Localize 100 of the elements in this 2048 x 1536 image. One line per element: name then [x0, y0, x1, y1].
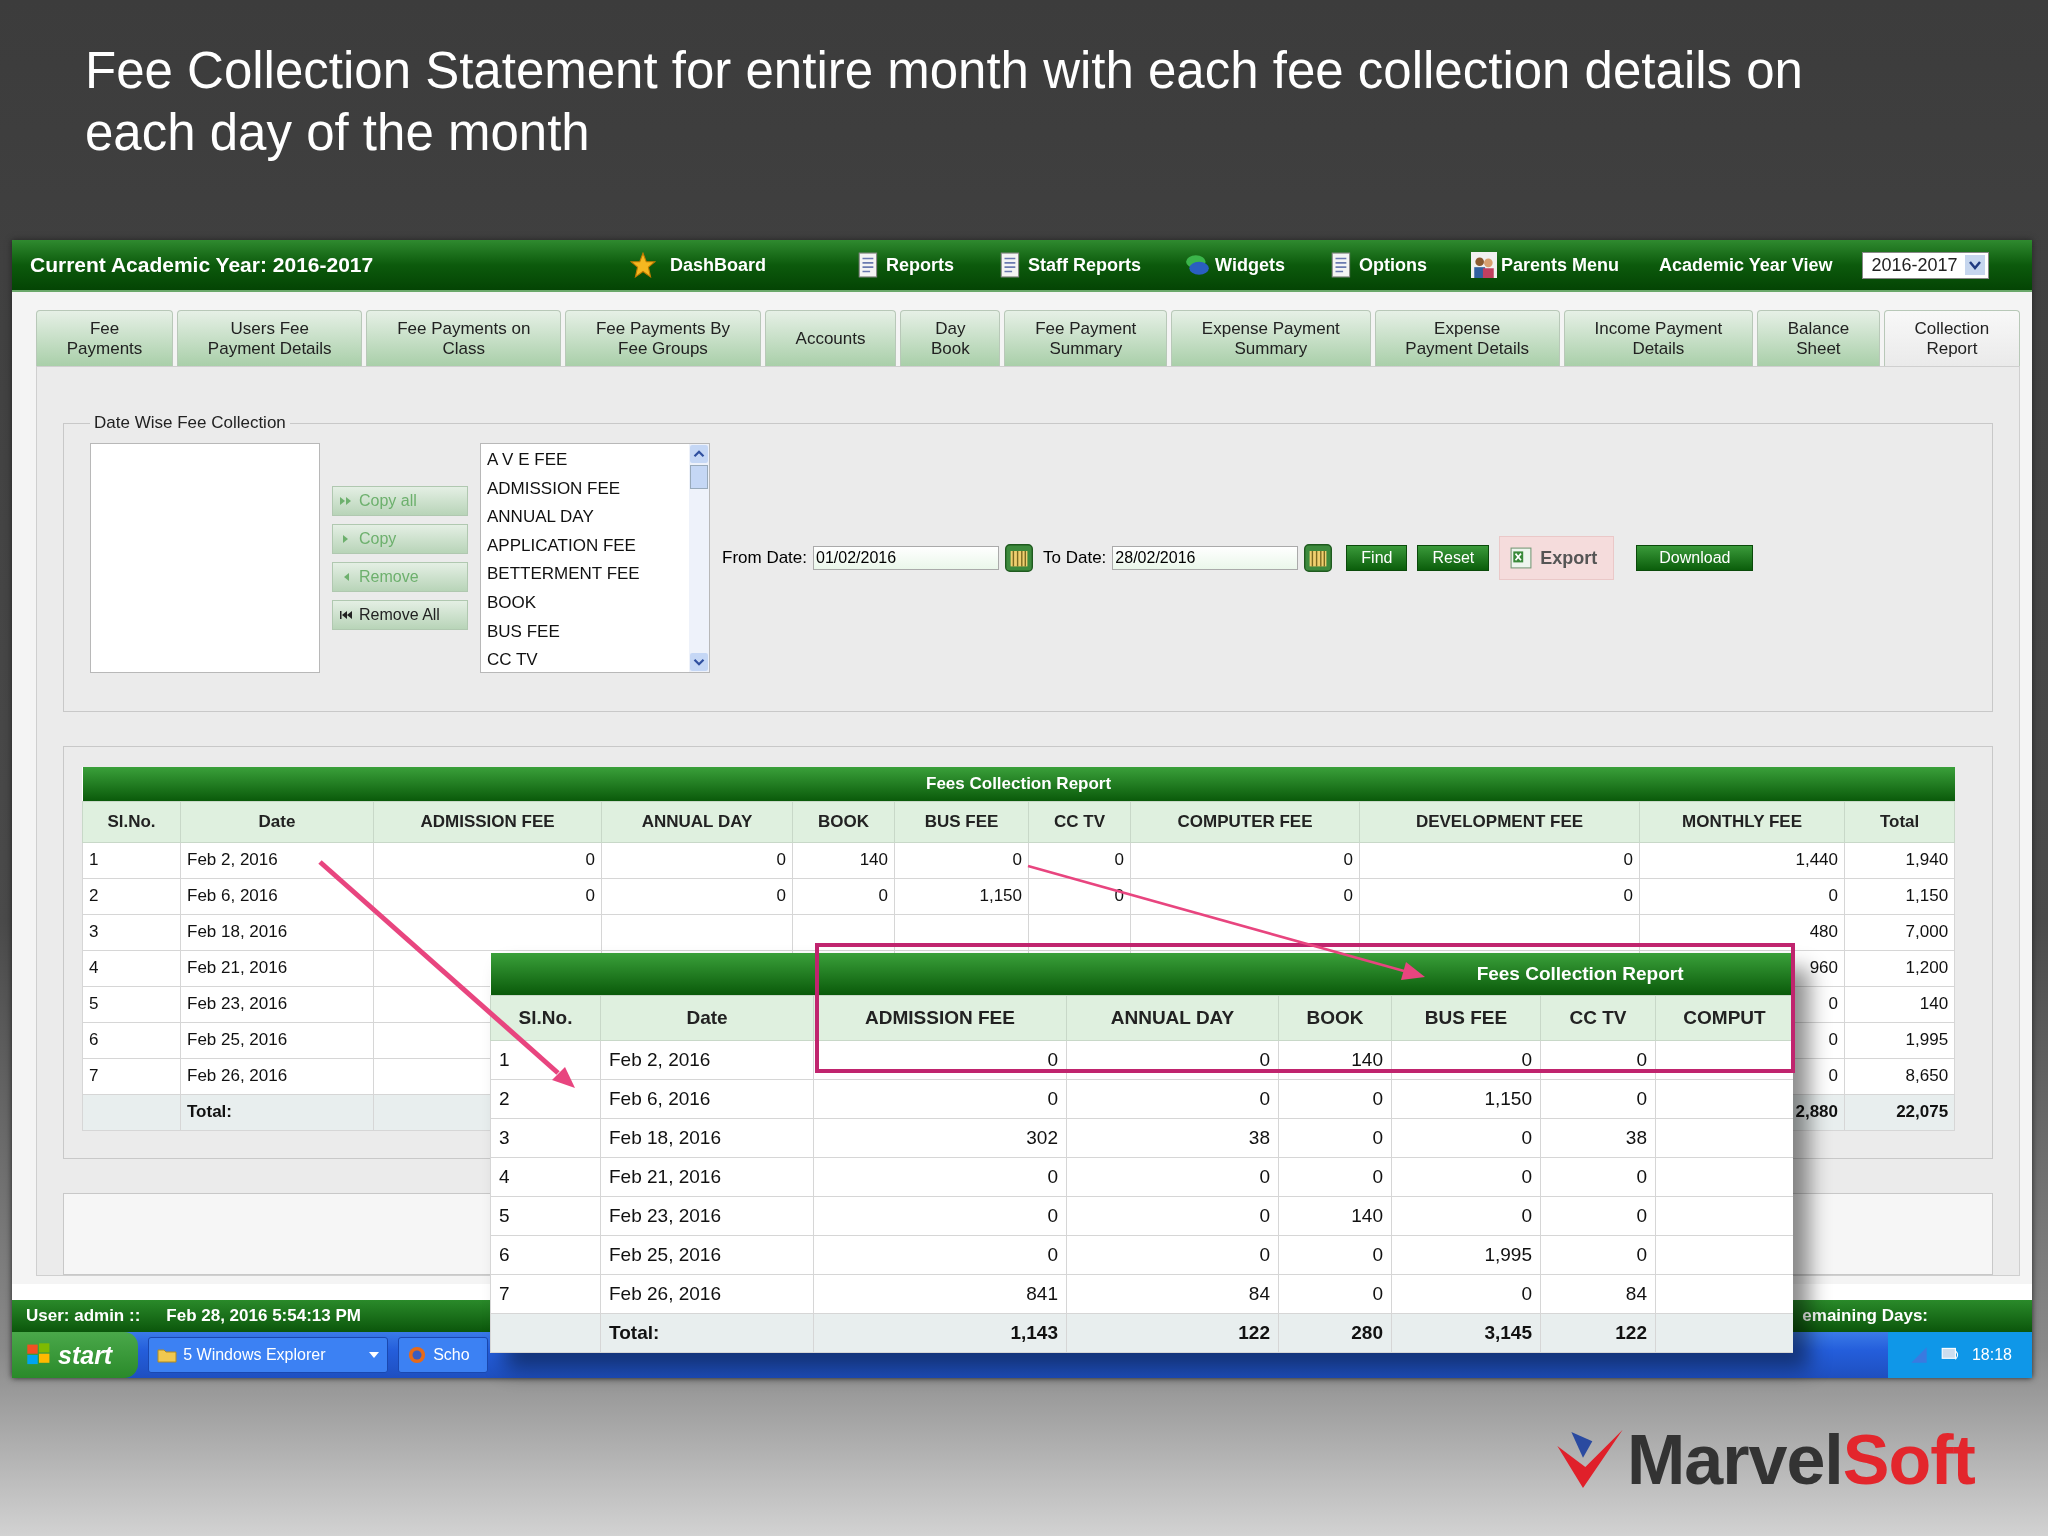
table-cell: 140: [1844, 986, 1955, 1023]
taskbar-button[interactable]: Scho: [398, 1337, 489, 1373]
remaining-days-label: emaining Days:: [1802, 1306, 1928, 1326]
column-header: COMPUT: [1655, 995, 1793, 1041]
people-icon: [1470, 252, 1497, 278]
action-button[interactable]: Reset: [1417, 545, 1490, 571]
spreadsheet-icon: [1510, 547, 1533, 569]
table-cell: 38: [1066, 1118, 1279, 1158]
scroll-thumb[interactable]: [690, 465, 708, 489]
list-item[interactable]: BETTERMENT FEE: [487, 560, 683, 589]
tab[interactable]: Balance Sheet: [1756, 310, 1880, 366]
column-header: BUS FEE: [894, 801, 1029, 843]
table-cell: 302: [813, 1118, 1067, 1158]
move-button[interactable]: Remove All: [332, 600, 468, 630]
list-item[interactable]: APPLICATION FEE: [487, 531, 683, 561]
list-item[interactable]: A V E FEE: [487, 446, 683, 475]
tab[interactable]: Fee Payment Summary: [1004, 310, 1168, 366]
action-button[interactable]: Find: [1346, 545, 1408, 571]
to-date-label: To Date:: [1043, 548, 1107, 568]
chat-bubbles-icon: [1185, 252, 1212, 278]
logo-wordmark: MarvelSoft: [1627, 1420, 1975, 1500]
calendar-icon[interactable]: [1304, 544, 1333, 572]
tab[interactable]: Users Fee Payment Details: [177, 310, 363, 366]
table-cell: 0: [894, 842, 1029, 879]
tab[interactable]: Collection Report: [1883, 310, 2020, 366]
total-cell: Total:: [600, 1313, 814, 1353]
table-cell: 8,650: [1844, 1058, 1955, 1095]
table-cell: 4: [490, 1157, 601, 1197]
from-date-field[interactable]: 01/02/2016: [813, 546, 1000, 570]
tab[interactable]: Fee Payments: [36, 310, 174, 366]
list-item[interactable]: ANNUAL DAY: [487, 503, 683, 532]
tab[interactable]: Expense Payment Details: [1374, 310, 1560, 366]
scroll-down-icon: [690, 653, 708, 671]
column-header: COMPUTER FEE: [1130, 801, 1360, 843]
table-cell: 3: [490, 1118, 601, 1158]
column-header: Sl.No.: [82, 801, 181, 843]
calendar-icon[interactable]: [1005, 544, 1034, 572]
tab[interactable]: Day Book: [900, 310, 1001, 366]
column-header: Date: [180, 801, 374, 843]
list-item[interactable]: CC TV: [487, 646, 683, 672]
taskbar-button[interactable]: 5 Windows Explorer: [148, 1337, 389, 1373]
browser-icon: [407, 1346, 428, 1364]
clock: 18:18: [1971, 1346, 2012, 1364]
table-cell: 6: [82, 1022, 181, 1059]
list-item[interactable]: BUS FEE: [487, 617, 683, 647]
arrow-icon: [339, 610, 353, 620]
tab[interactable]: Fee Payments on Class: [366, 310, 562, 366]
table-cell: 1,940: [1844, 842, 1955, 879]
table-cell: Feb 2, 2016: [180, 842, 374, 879]
list-item[interactable]: BOOK: [487, 588, 683, 618]
table-cell: Feb 26, 2016: [180, 1058, 374, 1095]
column-header: ADMISSION FEE: [813, 995, 1067, 1041]
total-cell: 3,145: [1391, 1313, 1541, 1353]
table-cell: Feb 23, 2016: [600, 1196, 814, 1236]
table-cell: Feb 25, 2016: [180, 1022, 374, 1059]
total-cell: Total:: [180, 1094, 374, 1131]
to-date-field[interactable]: 28/02/2016: [1112, 546, 1299, 570]
year-select[interactable]: 2016-2017: [1862, 251, 1990, 279]
table-cell: Feb 6, 2016: [180, 878, 374, 915]
tab[interactable]: Fee Payments By Fee Groups: [565, 310, 761, 366]
table-cell: Feb 2, 2016: [600, 1040, 814, 1080]
slide-title: Fee Collection Statement for entire month with each fee collection details on each day of the month: [85, 41, 1804, 163]
table-cell: 0: [813, 1040, 1067, 1080]
download-button[interactable]: Download: [1636, 545, 1754, 571]
scrollbar[interactable]: [689, 444, 709, 672]
table-cell: 0: [1540, 1079, 1656, 1119]
table-cell: 0: [1130, 842, 1360, 879]
menu-link[interactable]: Widgets: [1185, 252, 1285, 278]
export-button[interactable]: Export: [1499, 536, 1615, 580]
menu-link[interactable]: Reports: [856, 252, 955, 278]
column-header: BOOK: [1278, 995, 1392, 1041]
table-cell: 1,150: [1391, 1079, 1541, 1119]
table-cell: 0: [813, 1079, 1067, 1119]
table-cell: 0: [1540, 1157, 1656, 1197]
table-cell: 0: [601, 842, 793, 879]
table-cell: Feb 6, 2016: [600, 1079, 814, 1119]
table-cell: 7,000: [1844, 914, 1955, 951]
table-cell: 140: [1278, 1040, 1392, 1080]
table-cell: 5: [82, 986, 181, 1023]
table-cell: 0: [1066, 1157, 1279, 1197]
tab[interactable]: Expense Payment Summary: [1171, 310, 1371, 366]
menu-link[interactable]: Staff Reports: [998, 252, 1142, 278]
table-cell: 0: [1028, 842, 1131, 879]
start-button[interactable]: start: [12, 1332, 139, 1378]
fee-list[interactable]: A V E FEE ADMISSION FEE ANNUAL DAY APPLICATION FEE BETTERMENT FEE BOOK BUS FEE CC TV: [480, 443, 710, 673]
table-cell: 84: [1066, 1274, 1279, 1314]
menu-link[interactable]: Options: [1328, 252, 1427, 278]
table-cell: 1,200: [1844, 950, 1955, 987]
column-header: Total: [1844, 801, 1955, 843]
list-item[interactable]: ADMISSION FEE: [487, 474, 683, 504]
column-header: Date: [600, 995, 814, 1041]
total-cell: 22,075: [1844, 1094, 1955, 1131]
menu-link[interactable]: DashBoard: [630, 252, 767, 278]
tab[interactable]: Income Payment Details: [1563, 310, 1753, 366]
table-cell: 0: [1130, 878, 1360, 915]
table-cell: 0: [1639, 878, 1845, 915]
table-cell: 140: [1278, 1196, 1392, 1236]
table-cell: 0: [1278, 1079, 1392, 1119]
menu-link[interactable]: Parents Menu: [1470, 252, 1619, 278]
tab[interactable]: Accounts: [764, 310, 897, 366]
